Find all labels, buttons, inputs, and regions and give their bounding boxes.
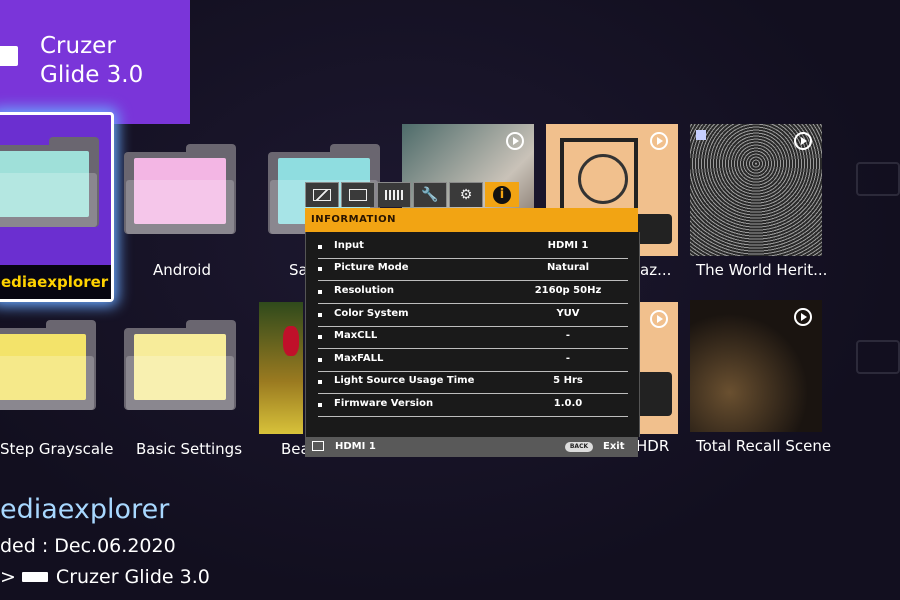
info-value: 1.0.0 xyxy=(553,398,583,409)
bullet xyxy=(318,380,322,384)
info-value: 5 Hrs xyxy=(553,375,583,386)
back-button[interactable]: BACK xyxy=(565,442,593,452)
info-row-maxcll: MaxCLL - xyxy=(318,326,628,349)
tab-setup[interactable]: 🔧 xyxy=(413,182,447,207)
info-value: - xyxy=(565,353,571,364)
tab-keyboard[interactable] xyxy=(377,182,411,207)
play-icon xyxy=(794,308,812,326)
device-title: Cruzer Glide 3.0 xyxy=(40,33,144,88)
exit-label[interactable]: Exit xyxy=(603,441,625,452)
keyboard-icon xyxy=(385,190,403,200)
info-label: Color System xyxy=(334,308,409,319)
info-value: Natural xyxy=(546,262,590,273)
tile-label-step-grayscale[interactable]: Step Grayscale xyxy=(0,440,113,458)
info-label: Resolution xyxy=(334,285,395,296)
play-icon xyxy=(650,310,668,328)
info-value: 2160p 50Hz xyxy=(534,285,602,296)
selected-item-title: ediaexplorer xyxy=(0,494,170,525)
bullet xyxy=(318,313,322,317)
info-row-color-system: Color System YUV xyxy=(318,304,628,327)
tab-information[interactable]: i xyxy=(485,182,519,207)
info-label: MaxFALL xyxy=(334,353,384,364)
info-row-maxfall: MaxFALL - xyxy=(318,349,628,372)
play-icon xyxy=(506,132,524,150)
wrench-icon: 🔧 xyxy=(421,187,439,203)
osd-header: INFORMATION xyxy=(305,208,638,232)
tile-label: ediaexplorer xyxy=(0,265,111,299)
video-thumbnail[interactable] xyxy=(690,124,822,256)
tab-picture[interactable] xyxy=(305,182,339,207)
info-label: MaxCLL xyxy=(334,330,378,341)
osd-info-list: Input HDMI 1 Picture Mode Natural Resolu… xyxy=(305,232,640,437)
tile-label-world-heritage[interactable]: The World Herit... xyxy=(696,261,827,279)
breadcrumb-separator: > xyxy=(0,566,16,588)
info-label: Firmware Version xyxy=(334,398,434,409)
bullet xyxy=(318,245,322,249)
info-row-input: Input HDMI 1 xyxy=(318,236,628,259)
info-row-picture-mode: Picture Mode Natural xyxy=(318,258,628,281)
info-value: - xyxy=(565,330,571,341)
folder-icon[interactable] xyxy=(124,144,236,234)
folder-tile-mediaexplorer[interactable]: ediaexplorer xyxy=(0,112,114,302)
wrench-gear-icon: ⚙ xyxy=(459,187,473,203)
play-icon xyxy=(650,132,668,150)
selected-item-date: ded : Dec.06.2020 xyxy=(0,535,176,557)
tile-label-total-recall[interactable]: Total Recall Scene xyxy=(696,437,831,455)
breadcrumb-device: Cruzer Glide 3.0 xyxy=(55,566,210,588)
tile-label-az[interactable]: az... xyxy=(640,261,671,279)
bullet xyxy=(318,267,322,271)
folder-icon[interactable] xyxy=(0,320,96,410)
picture-icon xyxy=(313,189,331,201)
info-value: YUV xyxy=(556,308,580,319)
info-value: HDMI 1 xyxy=(547,240,589,251)
bullet xyxy=(318,290,322,294)
bullet xyxy=(318,335,322,339)
bullet xyxy=(318,358,322,362)
video-thumbnail[interactable] xyxy=(690,300,822,432)
info-label: Picture Mode xyxy=(334,262,409,273)
info-icon: i xyxy=(493,186,511,204)
side-video-icon xyxy=(856,340,900,374)
usb-device-panel: Cruzer Glide 3.0 xyxy=(0,0,190,124)
tile-label-hdr[interactable]: HDR xyxy=(636,437,669,455)
osd-footer: HDMI 1 BACK Exit xyxy=(305,437,638,457)
tab-advanced[interactable]: ⚙ xyxy=(449,182,483,207)
folder-icon xyxy=(0,137,99,227)
bullet xyxy=(318,403,322,407)
breadcrumb: > Cruzer Glide 3.0 xyxy=(0,566,210,588)
info-row-firmware-version: Firmware Version 1.0.0 xyxy=(318,394,628,417)
info-label: Light Source Usage Time xyxy=(334,375,475,386)
osd-information-menu: 🔧 ⚙ i INFORMATION Input HDMI 1 Picture M… xyxy=(305,182,640,457)
osd-tab-bar: 🔧 ⚙ i xyxy=(305,182,638,208)
video-thumbnail[interactable] xyxy=(259,302,303,434)
side-video-icon xyxy=(856,162,900,196)
info-row-resolution: Resolution 2160p 50Hz xyxy=(318,281,628,304)
tile-label-basic-settings[interactable]: Basic Settings xyxy=(136,440,242,458)
input-source-icon xyxy=(312,441,324,451)
usb-icon xyxy=(21,572,48,582)
tile-label-android[interactable]: Android xyxy=(153,261,211,279)
folder-icon[interactable] xyxy=(124,320,236,410)
tab-display[interactable] xyxy=(341,182,375,207)
play-icon xyxy=(794,132,812,150)
display-icon xyxy=(349,189,367,201)
info-row-light-source-time: Light Source Usage Time 5 Hrs xyxy=(318,371,628,394)
current-source: HDMI 1 xyxy=(335,441,376,452)
usb-icon xyxy=(0,46,18,66)
info-label: Input xyxy=(334,240,364,251)
